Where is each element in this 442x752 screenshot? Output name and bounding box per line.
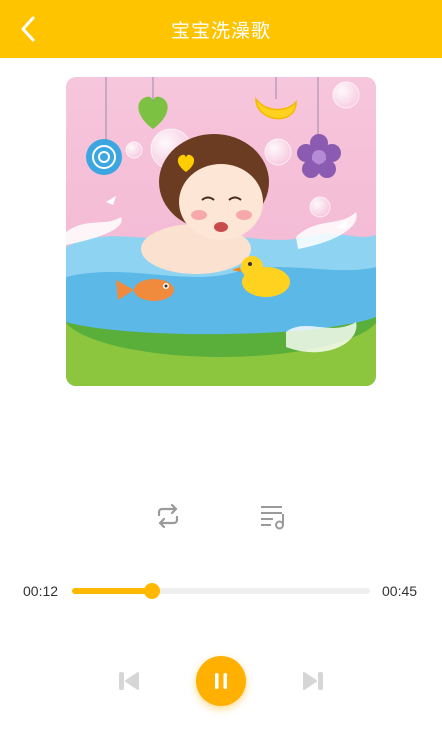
progress-thumb[interactable] (144, 583, 161, 599)
progress-track[interactable] (72, 583, 370, 599)
repeat-icon (157, 503, 179, 529)
playlist-icon (261, 506, 284, 530)
progress-fill (72, 588, 153, 594)
pause-icon (215, 673, 227, 689)
skip-previous-icon (119, 672, 139, 690)
current-time: 00:12 (23, 583, 59, 599)
page-title: 宝宝洗澡歌 (170, 20, 271, 42)
chevron-left-icon (21, 16, 35, 42)
repeat-button[interactable] (150, 498, 186, 534)
total-time: 00:45 (382, 583, 418, 599)
playlist-button[interactable] (255, 498, 291, 534)
pause-button[interactable] (196, 656, 246, 706)
previous-button[interactable] (112, 666, 146, 696)
skip-next-icon (303, 672, 323, 690)
playback-controls (0, 652, 442, 712)
back-button[interactable] (10, 11, 46, 47)
album-cover (66, 77, 376, 386)
play-mode-row (0, 498, 442, 534)
next-button[interactable] (296, 666, 330, 696)
progress-row: 00:12 00:45 (0, 578, 442, 604)
app-header: 宝宝洗澡歌 (0, 0, 442, 58)
album-art-illustration (66, 77, 376, 386)
